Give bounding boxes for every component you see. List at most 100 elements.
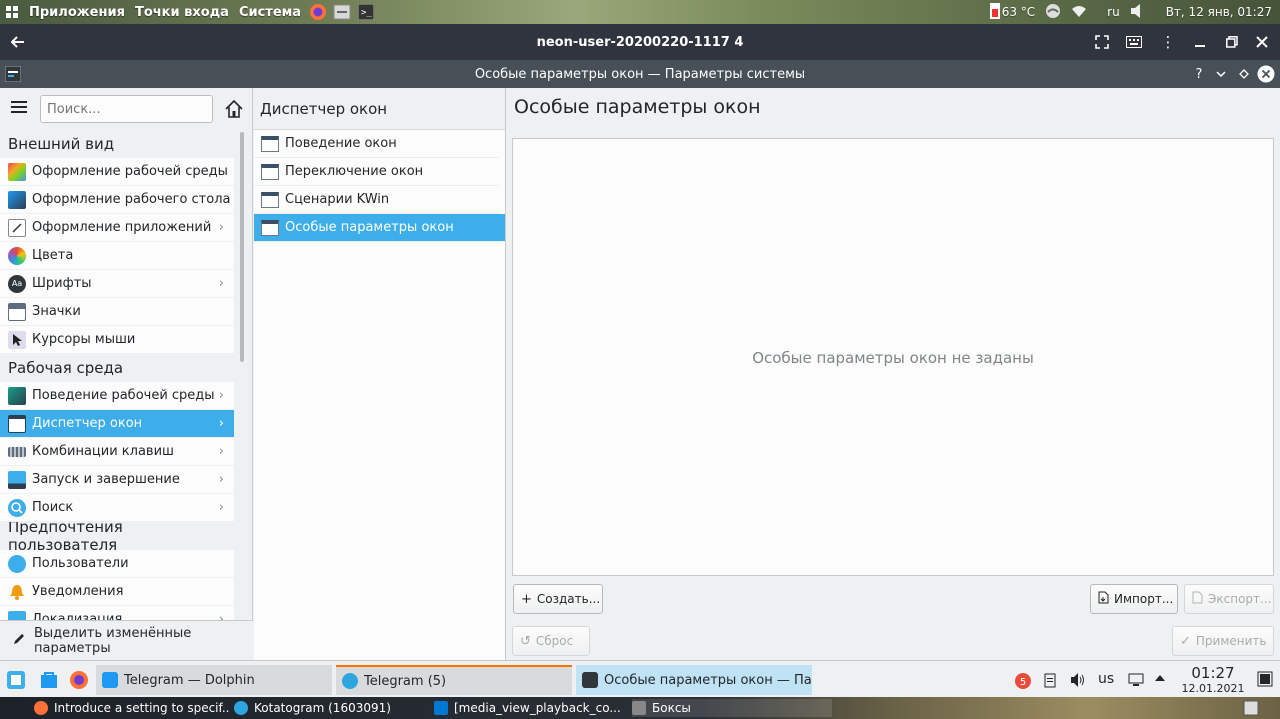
volume-icon[interactable]: [1070, 672, 1086, 692]
subcategory-task-switcher[interactable]: Переключение окон: [254, 158, 499, 186]
menu-dots-icon[interactable]: ⋮: [1152, 24, 1184, 60]
export-button-label: Экспорт...: [1208, 592, 1272, 606]
sidebar-item-app-style[interactable]: Оформление приложений ›: [0, 214, 234, 242]
subcategory-header: Диспетчер окон: [254, 88, 505, 130]
sidebar-item-workspace-theme[interactable]: Оформление рабочей среды: [0, 158, 234, 186]
apply-button[interactable]: ✓ Применить: [1172, 626, 1274, 656]
sidebar-item-label: Пользователи: [32, 556, 129, 571]
window-icon: [261, 135, 279, 152]
keyboard-layout-indicator[interactable]: us: [1098, 671, 1114, 687]
window-rules-list: Особые параметры окон не заданы: [512, 138, 1274, 576]
keyboard-icon[interactable]: [1118, 24, 1150, 60]
menu-applications[interactable]: Приложения: [24, 5, 130, 20]
section-header-personalization: Предпочтения пользователя: [0, 518, 234, 554]
minimize-icon[interactable]: [1184, 24, 1216, 60]
sidebar-item-colors[interactable]: Цвета: [0, 242, 234, 270]
wifi-icon[interactable]: [1071, 4, 1087, 21]
sidebar-item-startup[interactable]: Запуск и завершение ›: [0, 466, 234, 494]
sidebar-item-label: Цвета: [32, 248, 74, 263]
restore-icon[interactable]: [1216, 24, 1248, 60]
host-task-kotatogram[interactable]: Kotatogram (1603091): [234, 699, 430, 717]
sidebar-item-fonts[interactable]: Aa Шрифты ›: [0, 270, 234, 298]
terminal-launcher-icon[interactable]: >_: [357, 3, 375, 21]
host-task-vscode[interactable]: [media_view_playback_co...: [434, 699, 626, 717]
sidebar-item-search[interactable]: Поиск ›: [0, 494, 234, 522]
main-content: Особые параметры окон Особые параметры о…: [507, 88, 1280, 660]
window-close-icon[interactable]: [1256, 64, 1276, 84]
maximize-diamond-icon[interactable]: [1234, 64, 1254, 84]
window-icon: [261, 219, 279, 236]
cursor-icon: [8, 330, 26, 349]
firefox-icon[interactable]: [64, 666, 94, 694]
subcategory-kwin-scripts[interactable]: Сценарии KWin: [254, 186, 499, 214]
task-window-rules[interactable]: Особые параметры окон — Пар...: [576, 665, 812, 695]
reset-button-label: Сброс: [535, 634, 574, 648]
telegram-tray-icon[interactable]: 5: [1014, 672, 1032, 694]
window-titlebar: Особые параметры окон — Параметры систем…: [0, 60, 1280, 88]
clipboard-icon[interactable]: [1044, 672, 1056, 692]
telegram-icon: [342, 673, 358, 689]
firefox-icon: [34, 701, 48, 715]
home-icon[interactable]: [222, 97, 246, 121]
chevron-right-icon: ›: [218, 220, 224, 235]
reset-button[interactable]: ↺ Сброс: [512, 626, 590, 656]
close-icon[interactable]: [1246, 24, 1278, 60]
discover-icon[interactable]: [34, 666, 64, 694]
subcategory-label: Сценарии KWin: [285, 192, 390, 207]
subcategory-window-behavior[interactable]: Поведение окон: [254, 130, 499, 158]
host-task-firefox[interactable]: Introduce a setting to specif...: [34, 699, 230, 717]
sidebar-item-window-manager[interactable]: Диспетчер окон ›: [0, 410, 234, 438]
back-arrow-icon[interactable]: [2, 24, 34, 60]
clock[interactable]: 01:27 12.01.2021: [1178, 664, 1248, 695]
sidebar-item-shortcuts[interactable]: Комбинации клавиш ›: [0, 438, 234, 466]
sidebar-item-label: Значки: [32, 304, 81, 319]
create-button[interactable]: + Создать...: [513, 584, 603, 614]
keyboard-layout-indicator[interactable]: ru: [1107, 5, 1120, 19]
weather-icon[interactable]: [1045, 3, 1061, 22]
sidebar-item-desktop-theme[interactable]: Оформление рабочего стола: [0, 186, 234, 214]
sidebar-item-notifications[interactable]: Уведомления: [0, 578, 234, 606]
host-task-label: Боксы: [652, 701, 691, 715]
search-input[interactable]: [40, 95, 213, 123]
host-task-boxes[interactable]: Боксы: [632, 699, 832, 717]
volume-icon[interactable]: [1130, 3, 1146, 21]
create-button-label: Создать...: [536, 592, 601, 606]
show-desktop-icon[interactable]: [1257, 671, 1273, 691]
sidebar-item-cursors[interactable]: Курсоры мыши: [0, 326, 234, 354]
firefox-launcher-icon[interactable]: [309, 3, 327, 21]
sidebar-item-locale[interactable]: Локализация ›: [0, 606, 234, 620]
host-task-label: Introduce a setting to specif...: [54, 701, 230, 715]
vm-viewer-titlebar: neon-user-20200220-1117 4 ⋮: [0, 24, 1280, 60]
help-icon[interactable]: ?: [1189, 64, 1209, 84]
sidebar-item-label: Диспетчер окон: [32, 416, 143, 431]
files-launcher-icon[interactable]: [333, 3, 351, 21]
kde-launcher-icon[interactable]: [1, 666, 31, 694]
sidebar-item-users[interactable]: Пользователи: [0, 550, 234, 578]
datetime-display[interactable]: Вт, 12 янв, 01:27: [1166, 5, 1272, 19]
host-workspace-icon[interactable]: [1243, 700, 1259, 719]
minimize-chevron-icon[interactable]: [1211, 64, 1231, 84]
sidebar-item-icons[interactable]: Значки: [0, 298, 234, 326]
import-button[interactable]: Импорт...: [1090, 584, 1178, 614]
desktop-theme-icon: [8, 190, 26, 209]
sidebar-scrollbar[interactable]: [240, 132, 244, 362]
category-list: Внешний вид Оформление рабочей среды Офо…: [0, 130, 234, 620]
host-task-label: [media_view_playback_co...: [454, 701, 621, 715]
task-telegram-dolphin[interactable]: Telegram — Dolphin: [96, 665, 332, 695]
network-icon[interactable]: [1128, 672, 1144, 692]
highlight-changed-settings-button[interactable]: Выделить изменённые параметры: [0, 620, 253, 660]
hamburger-menu-icon[interactable]: [10, 99, 28, 117]
menu-system[interactable]: Система: [234, 5, 306, 20]
app-style-icon: [8, 218, 26, 237]
sidebar-item-label: Локализация: [32, 612, 123, 620]
fullscreen-icon[interactable]: [1086, 24, 1118, 60]
sidebar-item-workspace-behavior[interactable]: Поведение рабочей среды ›: [0, 382, 234, 410]
export-button[interactable]: Экспорт...: [1184, 584, 1274, 614]
tray-expand-icon[interactable]: [1154, 672, 1166, 687]
apps-menu-icon[interactable]: [3, 3, 21, 21]
menu-places[interactable]: Точки входа: [130, 5, 234, 20]
chevron-right-icon: ›: [218, 416, 224, 431]
task-telegram[interactable]: Telegram (5): [336, 665, 572, 695]
plus-icon: +: [521, 591, 532, 607]
subcategory-window-rules[interactable]: Особые параметры окон: [254, 214, 505, 242]
